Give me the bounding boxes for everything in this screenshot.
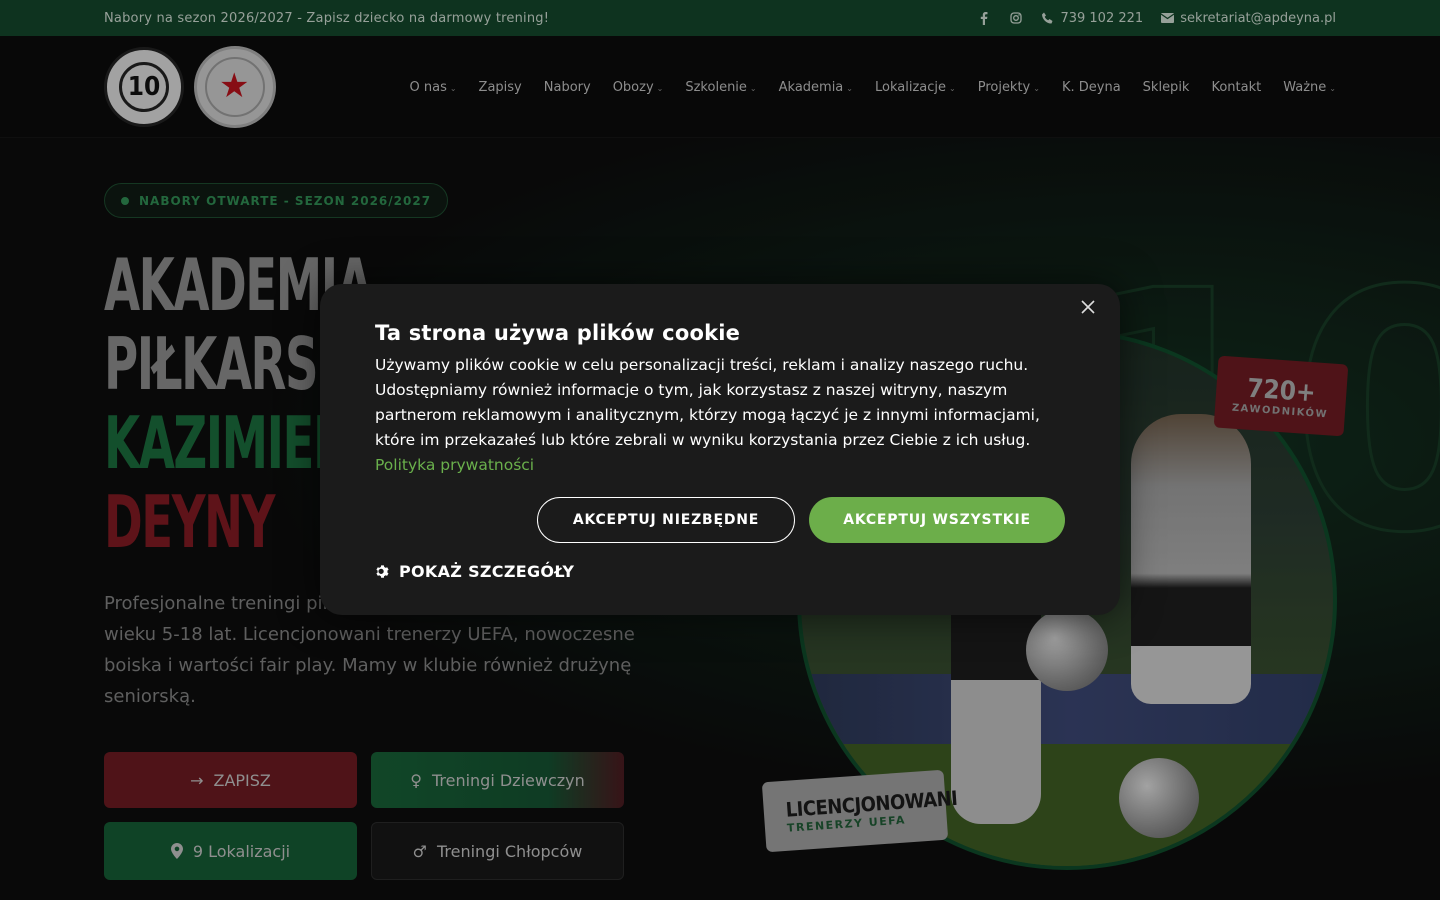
accept-all-button[interactable]: AKCEPTUJ WSZYSTKIE <box>809 497 1065 543</box>
show-details-button[interactable]: POKAŻ SZCZEGÓŁY <box>375 562 574 581</box>
show-details-label: POKAŻ SZCZEGÓŁY <box>399 562 575 581</box>
cookie-title: Ta strona używa plików cookie <box>375 321 741 345</box>
cookie-dialog: Ta strona używa plików cookie Używamy pl… <box>320 284 1120 615</box>
accept-essential-button[interactable]: AKCEPTUJ NIEZBĘDNE <box>537 497 795 543</box>
privacy-policy-link[interactable]: Polityka prywatności <box>375 456 534 474</box>
cookie-text: Używamy plików cookie w celu personaliza… <box>375 353 1075 478</box>
gear-icon <box>376 565 389 578</box>
close-icon[interactable] <box>1078 298 1098 318</box>
cookie-body: Używamy plików cookie w celu personaliza… <box>375 356 1040 449</box>
